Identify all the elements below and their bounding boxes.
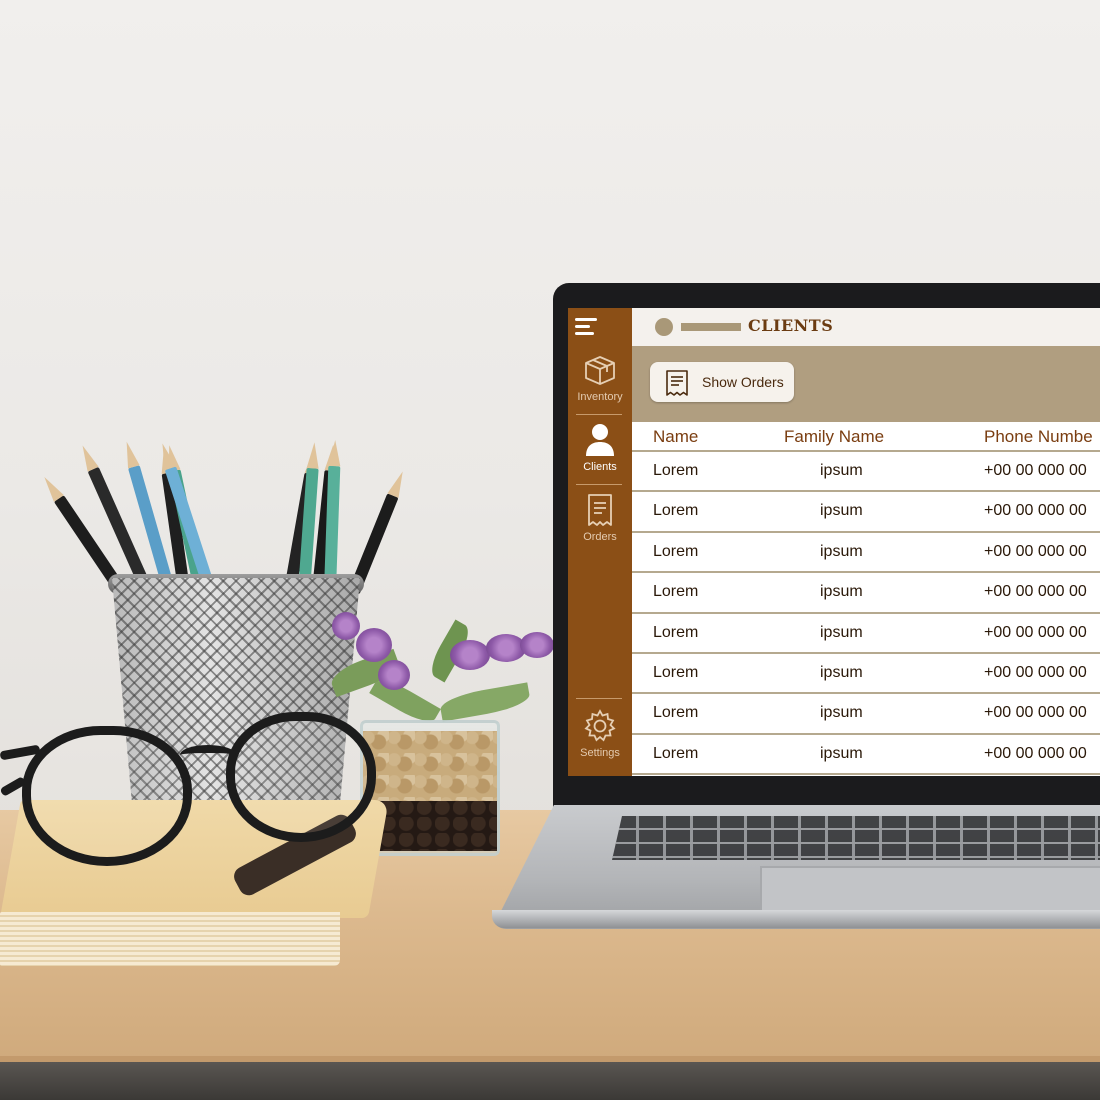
cell-phone-number: +00 00 000 00 [984,462,1087,479]
show-orders-label: Show Orders [702,374,784,390]
cell-name: Lorem [653,502,699,520]
sidebar-item-settings[interactable]: Settings [568,708,632,772]
receipt-icon [568,492,632,528]
cell-name: Lorem [653,583,699,601]
trackpad [760,866,1100,912]
sidebar-item-label: Clients [583,461,617,473]
cell-phone-number: +00 00 000 00 [984,542,1087,560]
toolbar: Show Orders [632,346,1100,422]
cell-family-name: ipsum [820,502,863,520]
table-header: Name Family Name Phone Numbe [632,422,1100,452]
desk-front [0,1062,1100,1100]
cell-phone-number: +00 00 000 00 [984,623,1087,641]
sidebar-item-orders[interactable]: Orders [568,492,632,556]
cell-family-name: ipsum [820,704,863,722]
cell-family-name: ipsum [820,542,863,560]
app-screen: Inventory Clients Orders Settings CLIENT… [568,308,1100,776]
receipt-icon [666,370,688,396]
divider [576,484,622,485]
sidebar: Inventory Clients Orders Settings [568,308,632,776]
cell-family-name: ipsum [820,623,863,641]
user-icon [568,422,632,458]
cell-phone-number: +00 00 000 00 [984,502,1087,520]
sidebar-item-label: Inventory [577,391,623,403]
cell-name: Lorem [653,663,699,681]
show-orders-button[interactable]: Show Orders [650,362,794,402]
cell-name: Lorem [653,744,699,762]
column-header-phone-number[interactable]: Phone Numbe [984,427,1093,447]
clients-table: Name Family Name Phone Numbe Lorem ipsum +… [632,422,1100,776]
gear-icon [568,708,632,744]
sidebar-item-label: Settings [580,747,620,759]
cell-phone-number: +00 00 000 00 [984,704,1087,722]
cell-phone-number: +00 00 000 00 [984,583,1087,601]
cell-family-name: ipsum [820,663,863,681]
table-row[interactable]: Lorem ipsum +00 00 000 00 [632,735,1100,776]
table-row[interactable]: Lorem ipsum +00 00 000 00 [632,614,1100,654]
sidebar-item-clients[interactable]: Clients [568,422,632,486]
page-title: CLIENTS [748,316,834,335]
table-row[interactable]: Lorem ipsum +00 00 000 00 [632,694,1100,735]
column-header-family-name[interactable]: Family Name [784,427,884,447]
cell-name: Lorem [653,704,699,722]
divider [576,414,622,415]
top-bar: CLIENTS [632,308,1100,346]
table-row[interactable]: Lorem ipsum +00 00 000 00 [632,533,1100,574]
cell-name: Lorem [653,462,699,479]
table-row[interactable]: Lorem ipsum +00 00 000 00 [632,452,1100,493]
cell-phone-number: +00 00 000 00 [984,744,1087,762]
sidebar-item-label: Orders [583,531,617,543]
cell-family-name: ipsum [820,744,863,762]
sidebar-item-inventory[interactable]: Inventory [568,352,632,416]
divider [576,698,622,699]
cell-name: Lorem [653,623,699,641]
table-row[interactable]: Lorem ipsum +00 00 000 00 [632,654,1100,695]
table-row[interactable]: Lorem ipsum +00 00 000 00 [632,492,1100,533]
logo-dot [655,318,673,336]
table-row[interactable]: Lorem ipsum +00 00 000 00 [632,573,1100,614]
column-header-name[interactable]: Name [653,427,698,447]
box-icon [568,352,632,388]
menu-icon[interactable] [575,318,597,336]
cell-phone-number: +00 00 000 00 [984,663,1087,681]
cell-family-name: ipsum [820,583,863,601]
cell-name: Lorem [653,542,699,560]
logo-bar [681,323,741,331]
cell-family-name: ipsum [820,462,863,479]
